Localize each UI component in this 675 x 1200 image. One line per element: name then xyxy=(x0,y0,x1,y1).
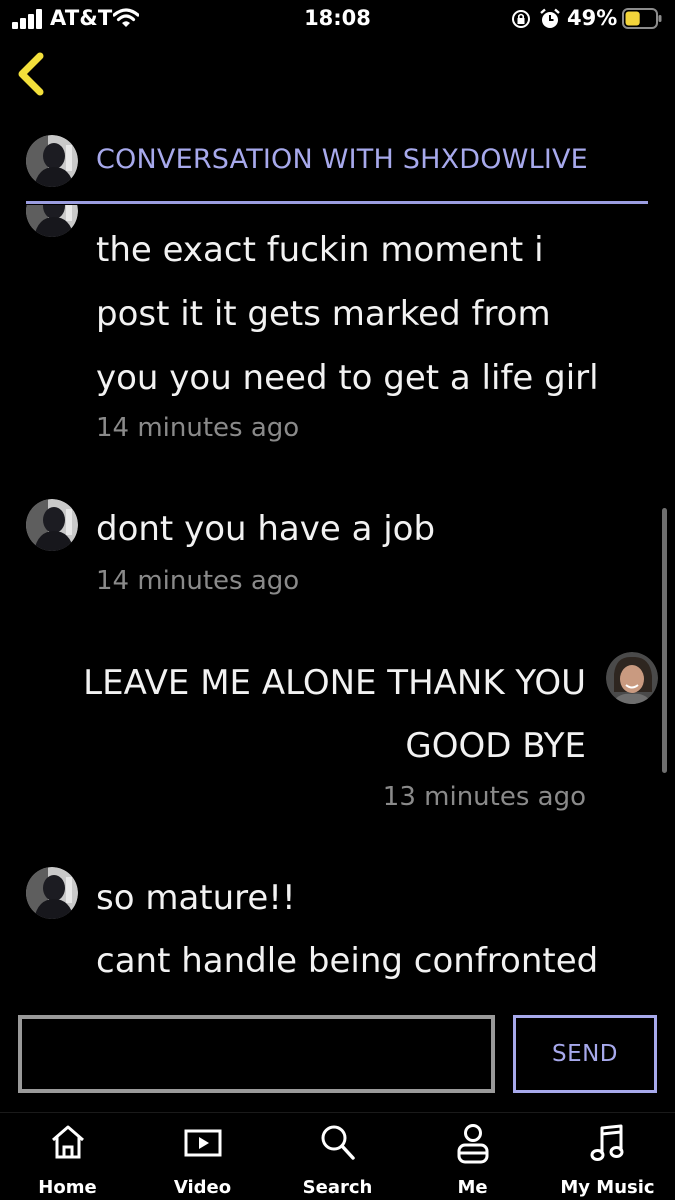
tab-label: Search xyxy=(302,1177,373,1198)
tab-me[interactable]: Me xyxy=(405,1113,540,1200)
video-icon xyxy=(184,1129,221,1157)
message-timestamp: 14 minutes ago xyxy=(96,566,300,596)
conversation-title: CONVERSATION WITH SHXDOWLIVE xyxy=(96,144,588,175)
battery-percent: 49% xyxy=(567,6,618,30)
message-timestamp: 13 minutes ago xyxy=(382,782,586,812)
home-icon xyxy=(51,1125,84,1159)
message-text: dont you have a job xyxy=(96,509,436,549)
message-text: you you need to get a life girl xyxy=(96,358,599,398)
alarm-icon xyxy=(540,8,560,28)
tab-video[interactable]: Video xyxy=(135,1113,270,1200)
message-input[interactable] xyxy=(18,1015,495,1093)
message-text: cant handle being confronted xyxy=(96,941,599,981)
battery-icon xyxy=(622,8,662,29)
send-button[interactable]: SEND xyxy=(513,1015,657,1093)
tab-label: Me xyxy=(457,1177,488,1198)
profile-icon xyxy=(457,1124,488,1164)
header-divider xyxy=(26,201,648,204)
message-text: the exact fuckin moment i xyxy=(96,230,544,270)
message-timestamp: 14 minutes ago xyxy=(96,413,300,443)
back-button[interactable] xyxy=(12,50,52,98)
screen: AT&T 18:08 49% CONVERSATION WITH SHXDOWL… xyxy=(0,0,675,1200)
tab-home[interactable]: Home xyxy=(0,1113,135,1200)
sender-avatar[interactable] xyxy=(26,867,78,919)
search-icon xyxy=(321,1125,355,1160)
tab-label: Home xyxy=(38,1177,97,1198)
message-text: GOOD BYE xyxy=(405,726,586,766)
tab-label: Video xyxy=(173,1177,232,1198)
contact-avatar[interactable] xyxy=(26,135,78,187)
sender-avatar[interactable] xyxy=(26,499,78,551)
tab-search[interactable]: Search xyxy=(270,1113,405,1200)
status-bar: AT&T 18:08 49% xyxy=(0,0,675,38)
scrollbar[interactable] xyxy=(662,508,667,773)
music-note-icon xyxy=(590,1124,623,1161)
message-text: so mature!! xyxy=(96,878,296,918)
message-text: post it it gets marked from xyxy=(96,294,551,334)
orientation-lock-icon xyxy=(512,10,530,28)
tab-bar: Home Video Search Me My Music xyxy=(0,1112,675,1200)
tab-label: My Music xyxy=(560,1177,655,1198)
sender-avatar[interactable] xyxy=(26,205,78,237)
message-text: LEAVE ME ALONE THANK YOU xyxy=(83,663,586,703)
tab-my-music[interactable]: My Music xyxy=(540,1113,675,1200)
my-avatar[interactable] xyxy=(606,652,658,704)
message-list[interactable]: the exact fuckin moment i post it it get… xyxy=(0,205,675,1000)
